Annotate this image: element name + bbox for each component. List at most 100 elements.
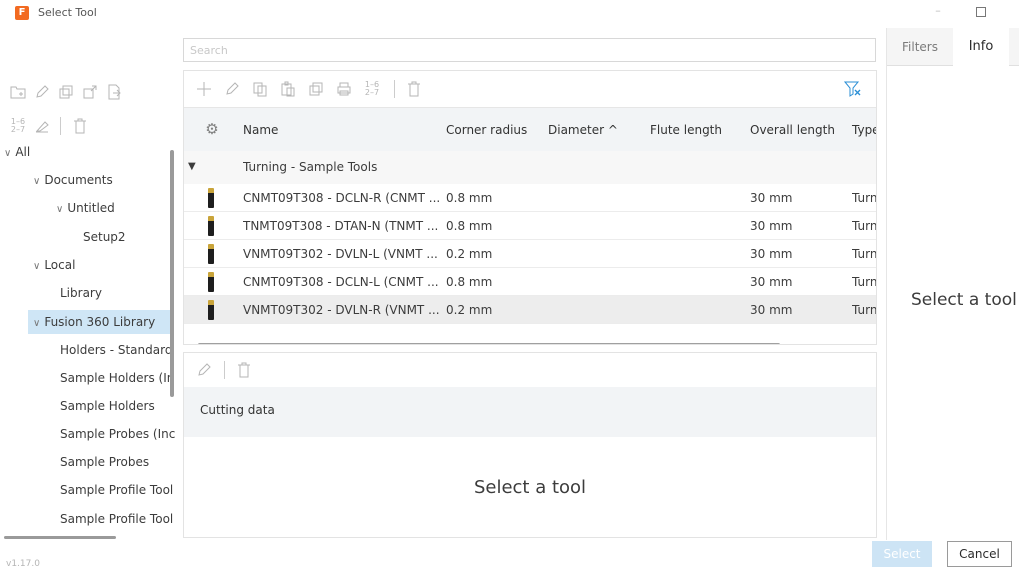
edit-icon[interactable]: [196, 362, 212, 378]
gear-icon[interactable]: ⚙: [204, 121, 220, 137]
tree-item-label: Fusion 360 Library: [44, 315, 156, 329]
column-header-flute-length[interactable]: Flute length: [650, 108, 722, 152]
tree-item-label: Local: [44, 258, 76, 272]
duplicate-icon[interactable]: [308, 81, 324, 97]
column-header-diameter[interactable]: Diameter ^: [548, 108, 618, 152]
table-row[interactable]: CNMT09T308 - DCLN-R (CNMT ... 0.8 mm 30 …: [184, 184, 876, 212]
renumber-icon[interactable]: 1–6 2–7: [10, 118, 26, 134]
turning-insert-icon: [208, 188, 214, 208]
cell-name: VNMT09T302 - DVLN-R (VNMT ...: [243, 303, 440, 317]
print-icon[interactable]: [336, 81, 352, 97]
column-header-type[interactable]: Type: [852, 108, 876, 152]
tree-item-sample-holders[interactable]: Sample Holders: [0, 394, 170, 418]
tree-item-holders-standard[interactable]: Holders - Standard: [0, 338, 173, 362]
table-row[interactable]: CNMT09T308 - DCLN-L (CNMT ... 0.8 mm 30 …: [184, 268, 876, 296]
tree-vertical-scrollbar[interactable]: [170, 150, 174, 397]
toolbar-divider: [60, 117, 61, 135]
cell-corner-radius: 0.8 mm: [446, 191, 493, 205]
cell-corner-radius: 0.8 mm: [446, 219, 493, 233]
chevron-down-icon: ∨: [4, 148, 12, 159]
column-header-corner-radius[interactable]: Corner radius: [446, 108, 527, 152]
tree-item-label: Sample Probes: [60, 455, 150, 469]
tree-item-fusion-360-library[interactable]: ∨ Fusion 360 Library: [28, 310, 170, 334]
duplicate-icon[interactable]: [58, 84, 74, 100]
cell-overall-length: 30 mm: [750, 247, 793, 261]
cell-name: TNMT09T308 - DTAN-N (TNMT ...: [243, 219, 439, 233]
tree-item-label: Sample Profile Tool: [60, 483, 174, 497]
group-expand-icon[interactable]: ▼: [188, 153, 196, 181]
cell-corner-radius: 0.2 mm: [446, 247, 493, 261]
tree-item-library[interactable]: Library: [0, 281, 170, 305]
delete-icon[interactable]: [406, 81, 422, 97]
table-row[interactable]: VNMT09T302 - DVLN-L (VNMT ... 0.2 mm 30 …: [184, 240, 876, 268]
tree-item-label: All: [15, 145, 31, 159]
tree-item-setup2[interactable]: Setup2: [0, 225, 170, 249]
post-process-icon[interactable]: [34, 118, 50, 134]
table-row[interactable]: VNMT09T302 - DVLN-R (VNMT ... 0.2 mm 30 …: [184, 296, 876, 324]
tab-filters[interactable]: Filters: [887, 28, 953, 66]
tree-item-label: Untitled: [67, 201, 115, 215]
copy-icon[interactable]: [252, 81, 268, 97]
select-button[interactable]: Select: [872, 541, 932, 567]
version-label: v1.17.0: [6, 559, 40, 569]
cell-overall-length: 30 mm: [750, 303, 793, 317]
group-label: Turning - Sample Tools: [243, 160, 378, 174]
cell-overall-length: 30 mm: [750, 191, 793, 205]
minimize-icon[interactable]: –: [930, 4, 946, 20]
cutting-data-title: Cutting data: [200, 403, 275, 417]
import-icon[interactable]: [106, 84, 122, 100]
tree-item-label: Sample Holders (In: [60, 371, 175, 385]
turning-insert-icon: [208, 244, 214, 264]
table-horizontal-scrollbar[interactable]: [198, 343, 780, 344]
info-empty-message: Select a tool: [911, 290, 1017, 310]
add-icon[interactable]: [196, 81, 212, 97]
search-input[interactable]: [183, 38, 876, 62]
tree-item-local[interactable]: ∨ Local: [0, 253, 170, 277]
tree-item-documents[interactable]: ∨ Documents: [0, 168, 170, 192]
window-title: Select Tool: [38, 6, 97, 19]
cutting-data-header: [184, 387, 876, 437]
delete-icon[interactable]: [236, 362, 252, 378]
cutting-empty-message: Select a tool: [473, 477, 587, 498]
table-row[interactable]: TNMT09T308 - DTAN-N (TNMT ... 0.8 mm 30 …: [184, 212, 876, 240]
fusion-logo-icon: F: [15, 6, 29, 20]
tree-item-all[interactable]: ∨ All: [0, 140, 170, 164]
new-folder-icon[interactable]: [10, 84, 26, 100]
clear-filter-icon[interactable]: [843, 81, 861, 97]
cell-corner-radius: 0.2 mm: [446, 303, 493, 317]
cell-overall-length: 30 mm: [750, 219, 793, 233]
table-group-row[interactable]: ▼ Turning - Sample Tools: [184, 151, 876, 184]
tree-item-label: Library: [60, 286, 102, 300]
column-header-overall-length[interactable]: Overall length: [750, 108, 835, 152]
tree-item-sample-probes[interactable]: Sample Probes: [0, 450, 170, 474]
cell-name: CNMT09T308 - DCLN-R (CNMT ...: [243, 191, 441, 205]
paste-icon[interactable]: [280, 81, 296, 97]
tree-item-label: Setup2: [83, 230, 126, 244]
library-tree: ∨ All ∨ Documents ∨ Untitled Setup2 ∨ Local …: [0, 140, 175, 540]
tree-horizontal-scrollbar[interactable]: [4, 536, 116, 539]
tree-item-sample-holders-inch[interactable]: Sample Holders (In: [0, 366, 174, 390]
cancel-button[interactable]: Cancel: [947, 541, 1012, 567]
toolbar-divider: [394, 80, 395, 98]
column-header-name[interactable]: Name: [243, 108, 278, 152]
tree-item-sample-profile-tool-2[interactable]: Sample Profile Tool: [0, 507, 173, 531]
cell-type: Turn: [852, 247, 877, 261]
library-toolbar: 1–6 2–7: [10, 72, 175, 137]
tab-info[interactable]: Info: [953, 28, 1009, 66]
delete-icon[interactable]: [72, 118, 88, 134]
rename-icon[interactable]: [34, 84, 50, 100]
cell-type: Turn: [852, 219, 877, 233]
tree-item-sample-probes-inch[interactable]: Sample Probes (Inc: [0, 422, 175, 446]
tree-item-sample-profile-tool-1[interactable]: Sample Profile Tool: [0, 478, 174, 502]
turning-insert-icon: [208, 216, 214, 236]
tree-item-untitled[interactable]: ∨ Untitled: [0, 196, 170, 220]
maximize-icon[interactable]: [976, 7, 986, 17]
tree-item-label: Holders - Standard: [60, 343, 173, 357]
turning-insert-icon: [208, 272, 214, 292]
chevron-down-icon: ∨: [33, 318, 41, 329]
export-icon[interactable]: [82, 84, 98, 100]
table-header-row: ⚙ Name Corner radius Diameter ^ Flute le…: [184, 107, 876, 151]
tool-table-toolbar: 1–6 2–7: [184, 71, 876, 107]
edit-icon[interactable]: [224, 81, 240, 97]
renumber-icon[interactable]: 1–6 2–7: [364, 81, 380, 97]
